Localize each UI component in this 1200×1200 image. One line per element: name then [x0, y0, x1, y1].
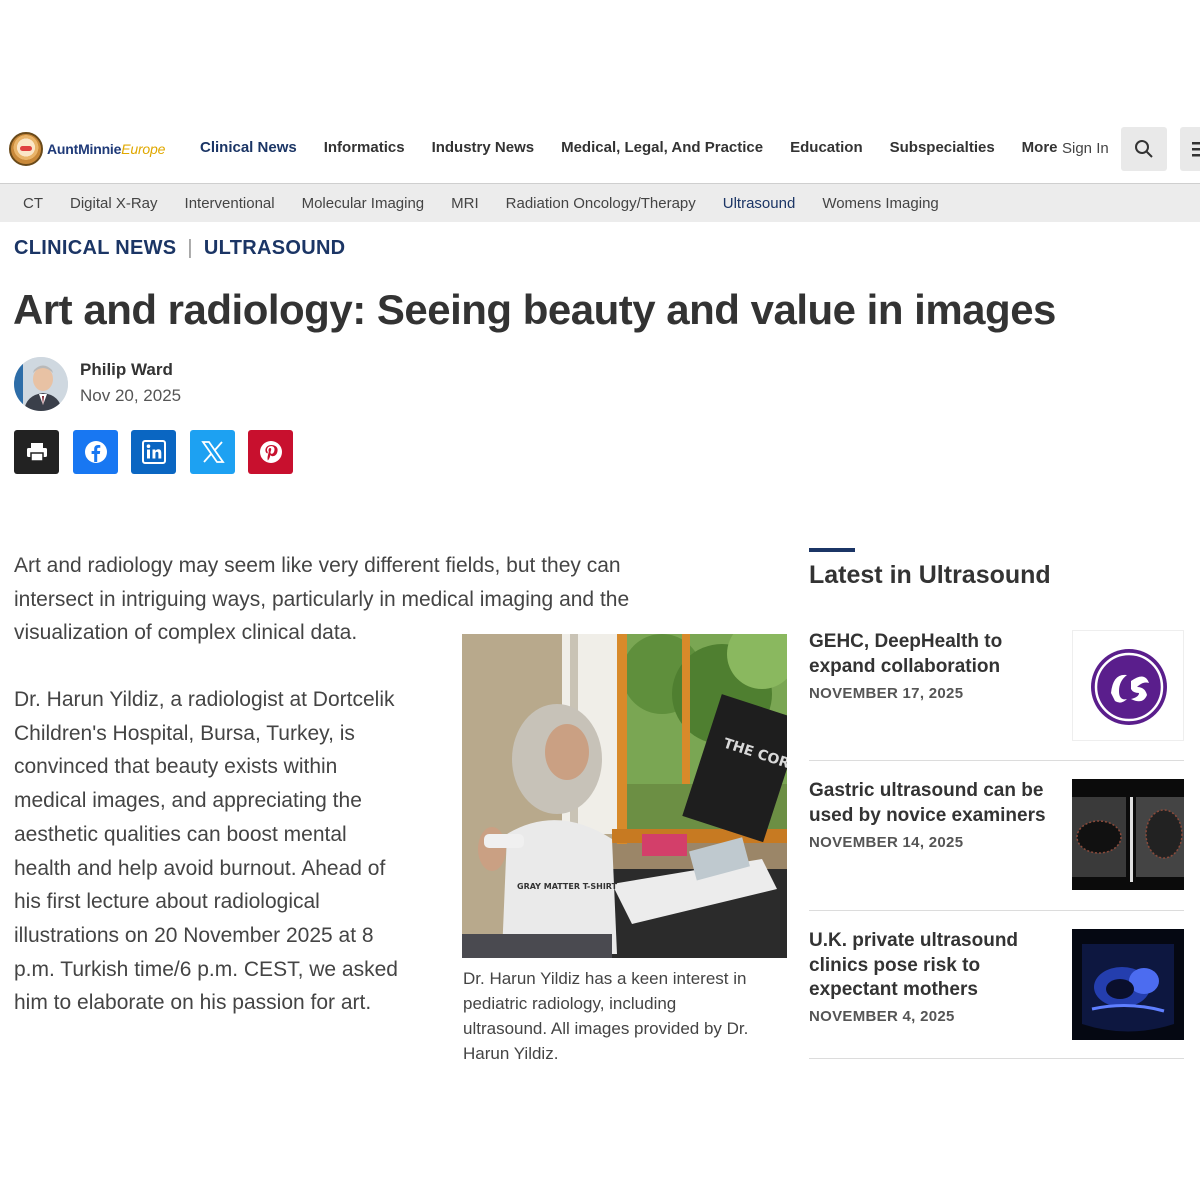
article-line: his first lecture about radiological [14, 890, 320, 914]
article-line: illustrations on 20 November 2025 at 8 [14, 923, 374, 947]
sidebar-item-date: NOVEMBER 17, 2025 [809, 685, 964, 702]
nav-education[interactable]: Education [790, 139, 863, 156]
sign-in-link[interactable]: Sign In [1062, 140, 1109, 157]
pinterest-share-button[interactable] [248, 430, 293, 474]
author-name[interactable]: Philip Ward [80, 360, 173, 380]
sidebar-item-thumbnail[interactable] [1072, 779, 1184, 890]
photo-shirt-text: GRAY MATTER T-SHIRT [517, 882, 618, 891]
sidebar-divider [809, 1058, 1184, 1059]
article-line: aesthetic qualities can boost mental [14, 822, 347, 846]
sidebar-item-title[interactable]: GEHC, DeepHealth to expand collaboration [809, 630, 1049, 679]
sidebar-item-title[interactable]: Gastric ultrasound can be used by novice… [809, 779, 1049, 828]
article-line: him to elaborate on his passion for art. [14, 991, 372, 1015]
article-line: health and help avoid burnout. Ahead of [14, 856, 386, 880]
nav-medical-legal-practice[interactable]: Medical, Legal, And Practice [561, 139, 763, 156]
article-line: intersect in intriguing ways, particular… [14, 587, 630, 611]
breadcrumb-section[interactable]: CLINICAL NEWS [14, 237, 176, 260]
search-button[interactable] [1121, 127, 1167, 171]
author-photo [14, 357, 68, 411]
article-line: medical images, and appreciating the [14, 789, 362, 813]
subnav-ultrasound[interactable]: Ultrasound [723, 195, 796, 212]
article-line: convinced that beauty exists within [14, 755, 338, 779]
subspecialty-nav: CT Digital X-Ray Interventional Molecula… [0, 184, 1200, 222]
sidebar-accent-rule [809, 548, 855, 552]
article-title: Art and radiology: Seeing beauty and val… [13, 286, 1056, 333]
subnav-molecular-imaging[interactable]: Molecular Imaging [302, 195, 425, 212]
print-icon [26, 443, 47, 462]
article-line: Children's Hospital, Bursa, Turkey, is [14, 721, 355, 745]
caption-line: Dr. Harun Yildiz has a keen interest in [463, 969, 747, 988]
breadcrumb-topic[interactable]: ULTRASOUND [204, 237, 346, 260]
sidebar-item-date: NOVEMBER 14, 2025 [809, 834, 964, 851]
logo-wordmark: AuntMinnieEurope [47, 141, 166, 157]
search-icon [1135, 140, 1153, 158]
site-header: AuntMinnieEurope Clinical News Informati… [0, 113, 1200, 184]
publish-date: Nov 20, 2025 [80, 386, 182, 405]
sidebar-item-thumbnail[interactable] [1072, 630, 1184, 741]
sidebar-divider [809, 760, 1184, 761]
sidebar-divider [809, 910, 1184, 911]
subnav-radiation-oncology[interactable]: Radiation Oncology/Therapy [506, 195, 696, 212]
author-avatar[interactable] [14, 357, 68, 411]
nav-industry-news[interactable]: Industry News [432, 139, 535, 156]
logo-mascot-icon [9, 132, 43, 166]
sidebar-item-title[interactable]: U.K. private ultrasound clinics pose ris… [809, 929, 1049, 1003]
subnav-digital-xray[interactable]: Digital X-Ray [70, 195, 158, 212]
article-paragraph: Dr. Harun Yildiz, a radiologist at Dortc… [14, 683, 398, 1020]
nav-subspecialties[interactable]: Subspecialties [890, 139, 995, 156]
facebook-share-button[interactable] [73, 430, 118, 474]
caption-line: pediatric radiology, including [463, 994, 677, 1013]
subnav-womens-imaging[interactable]: Womens Imaging [822, 195, 938, 212]
print-button[interactable] [14, 430, 59, 474]
photo-illustration: THE CORTEX CLUB GRAY MATTER T-SHIRT [462, 634, 787, 958]
sidebar-item-thumbnail[interactable] [1072, 929, 1184, 1040]
x-icon [200, 441, 225, 463]
sidebar-title: Latest in Ultrasound [809, 561, 1051, 589]
pinterest-icon [259, 441, 282, 463]
breadcrumb: CLINICAL NEWS | ULTRASOUND [14, 237, 345, 260]
nav-more[interactable]: More [1022, 139, 1058, 156]
nav-clinical-news[interactable]: Clinical News [200, 139, 297, 156]
article-photo[interactable]: THE CORTEX CLUB GRAY MATTER T-SHIRT [462, 634, 787, 958]
sidebar-item-title-line[interactable]: expand collaboration [809, 655, 1049, 680]
facebook-icon [84, 441, 107, 463]
fetal-scan-image [1072, 929, 1184, 1040]
sidebar-item-date: NOVEMBER 4, 2025 [809, 1008, 955, 1025]
caption-line: ultrasound. All images provided by Dr. [463, 1019, 749, 1038]
sidebar-item-title-line[interactable]: Gastric ultrasound can be [809, 779, 1049, 804]
subnav-interventional[interactable]: Interventional [185, 195, 275, 212]
sidebar-item-title-line[interactable]: GEHC, DeepHealth to [809, 630, 1049, 655]
site-logo[interactable]: AuntMinnieEurope [9, 132, 165, 166]
sidebar-item-title-line[interactable]: expectant mothers [809, 978, 1049, 1003]
photo-caption: Dr. Harun Yildiz has a keen interest in … [463, 966, 783, 1066]
article-line: Dr. Harun Yildiz, a radiologist at Dortc… [14, 688, 395, 711]
article-line: Art and radiology may seem like very dif… [14, 554, 621, 577]
linkedin-share-button[interactable] [131, 430, 176, 474]
main-nav: Clinical News Informatics Industry News … [200, 139, 1085, 156]
linkedin-icon [141, 440, 166, 464]
sidebar-item-title-line[interactable]: used by novice examiners [809, 804, 1049, 829]
hamburger-icon [1192, 142, 1200, 157]
subnav-mri[interactable]: MRI [451, 195, 479, 212]
ge-logo-icon [1091, 649, 1167, 725]
caption-line: Harun Yildiz. [463, 1044, 559, 1063]
sidebar-item-title-line[interactable]: U.K. private ultrasound [809, 929, 1049, 954]
sidebar-item-title-line[interactable]: clinics pose risk to [809, 954, 1049, 979]
ultrasound-scan-image [1072, 779, 1184, 890]
breadcrumb-separator: | [187, 237, 193, 259]
x-share-button[interactable] [190, 430, 235, 474]
menu-button[interactable] [1180, 127, 1200, 171]
article-line: p.m. Turkish time/6 p.m. CEST, we asked [14, 957, 398, 981]
subnav-ct[interactable]: CT [23, 195, 43, 212]
nav-informatics[interactable]: Informatics [324, 139, 405, 156]
